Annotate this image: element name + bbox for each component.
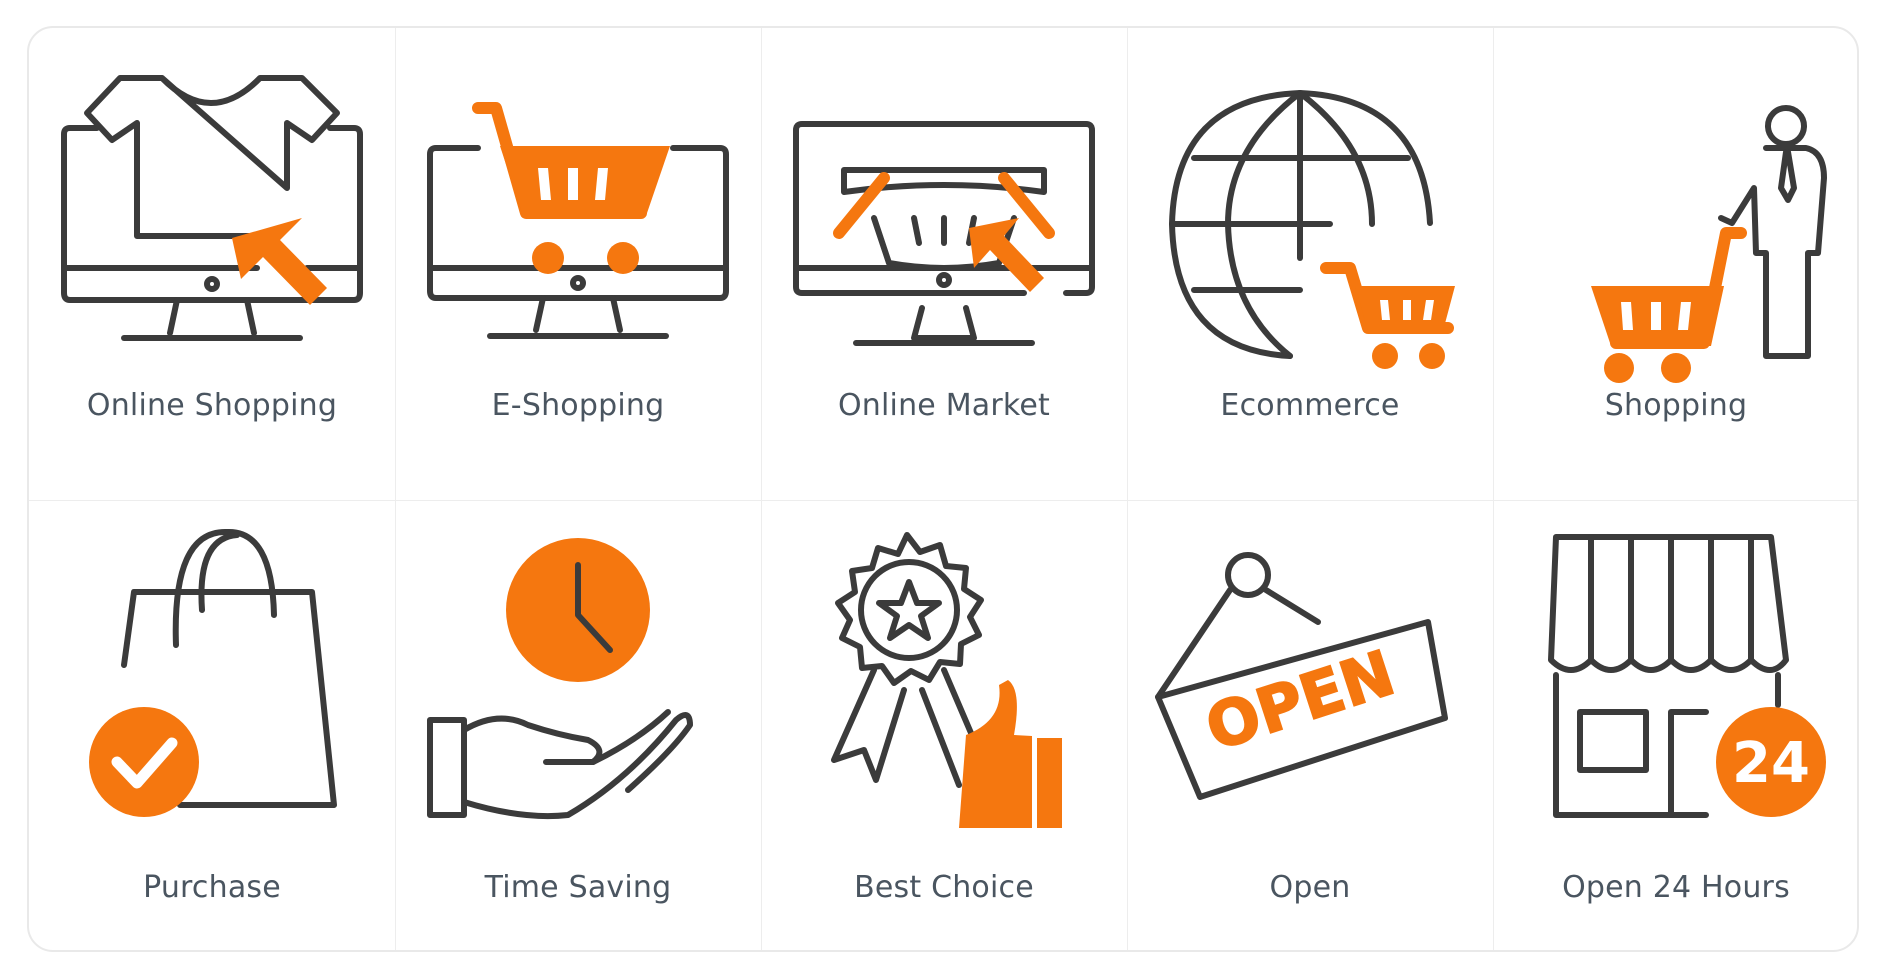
icon-cell-purchase: Purchase — [29, 500, 395, 950]
globe-cart-icon — [1169, 90, 1455, 369]
icon-cell-shopping: Shopping — [1493, 28, 1857, 500]
icon-label: Online Market — [837, 388, 1051, 423]
icon-cell-ecommerce: Ecommerce — [1127, 28, 1493, 500]
person-cart-icon — [1591, 105, 1827, 383]
monitor-basket-cursor-icon — [793, 121, 1095, 346]
bag-check-icon — [89, 528, 337, 817]
icon-cell-e-shopping: E-Shopping — [395, 28, 761, 500]
icon-label: Best Choice — [854, 870, 1034, 905]
icon-cell-online-market: Online Market — [761, 28, 1127, 500]
icon-label: Time Saving — [484, 870, 672, 905]
icon-label: Shopping — [1604, 388, 1748, 423]
icon-label: E-Shopping — [491, 388, 665, 423]
monitor-cart-icon — [427, 102, 729, 339]
icon-set-card: Online Shopping E-Shopping Online Market… — [27, 26, 1859, 952]
icon-cell-online-shopping: Online Shopping — [29, 28, 395, 500]
icon-label: Purchase — [143, 870, 281, 905]
open-sign-icon: OPEN — [1155, 552, 1448, 800]
icon-cell-best-choice: Best Choice — [761, 500, 1127, 950]
icon-label: Online Shopping — [86, 388, 338, 423]
icon-label: Ecommerce — [1220, 388, 1400, 423]
store-24-icon: 24 — [1548, 534, 1826, 818]
icon-cell-open-24-hours: 24 Open 24 Hours — [1493, 500, 1857, 950]
icon-label: Open 24 Hours — [1562, 870, 1790, 905]
icon-cell-time-saving: Time Saving — [395, 500, 761, 950]
icon-cell-open: OPEN Open — [1127, 500, 1493, 950]
badge-thumbs-up-icon — [831, 532, 1062, 828]
hand-clock-icon — [427, 538, 693, 820]
monitor-tshirt-cursor-icon — [61, 75, 363, 341]
icon-label: Open — [1269, 870, 1351, 905]
hours-badge-text: 24 — [1732, 731, 1810, 796]
